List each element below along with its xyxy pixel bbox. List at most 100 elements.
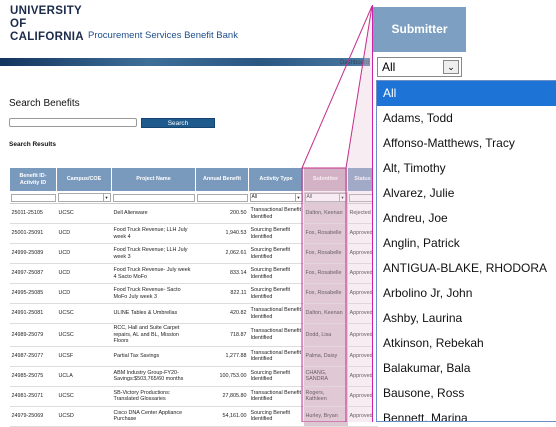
cell-activity-type: Transactional Benefit Identified (248, 323, 304, 347)
chevron-down-icon: ▼ (294, 194, 302, 201)
cell-project-name: ULINE Tables & Umbrellas (111, 303, 196, 324)
cell-benefit-id[interactable]: 24997-25087 (9, 263, 57, 284)
cell-annual-benefit: 822.11 (195, 283, 249, 304)
chevron-down-icon: ▼ (338, 194, 346, 201)
table-header-row: Benefit ID-Activity ID Campus/COE Projec… (9, 167, 378, 192)
dropdown-option[interactable]: Arbolino Jr, John (377, 281, 556, 306)
table-row[interactable]: 24991-25081 UCSC ULINE Tables & Umbrellas 4… (9, 303, 378, 324)
logo-line-1: UNIVERSITY (10, 5, 83, 17)
cell-submitter: Fox, Rosabelle (303, 223, 348, 244)
header-banner (0, 58, 370, 66)
cell-benefit-id[interactable]: 24987-25077 (9, 346, 57, 367)
dashboard-link[interactable]: Dashboard (340, 60, 369, 66)
cell-submitter: Dalton, Keenan (303, 303, 348, 324)
cell-submitter: Dalton, Keenan (303, 203, 348, 224)
col-campus[interactable]: Campus/COE (56, 167, 112, 192)
zoom-submitter-header[interactable]: Submitter (373, 7, 466, 52)
uc-logo: UNIVERSITY OF CALIFORNIA (10, 5, 84, 44)
dropdown-option[interactable]: Andreu, Joe (377, 206, 556, 231)
cell-project-name: Partial Tax Savings (111, 346, 196, 367)
col-activity-type[interactable]: Activity Type (248, 167, 304, 192)
table-row[interactable]: 24985-25075 UCLA ABM Industry Group-FY20-S… (9, 366, 378, 387)
cell-campus: UCSC (56, 386, 112, 407)
col-benefit-id[interactable]: Benefit ID-Activity ID (9, 167, 57, 192)
filter-annual-benefit[interactable] (196, 193, 248, 202)
cell-benefit-id[interactable]: 25001-25091 (9, 223, 57, 244)
filter-activity-type[interactable]: All ▼ (249, 193, 303, 202)
results-table: Benefit ID-Activity ID Campus/COE Projec… (9, 167, 378, 427)
cell-project-name: ABM Industry Group-FY20-Savings:$503,765… (111, 366, 196, 387)
cell-submitter: Fox, Rosabelle (303, 283, 348, 304)
cell-activity-type: Transactional Benefit Identified (248, 386, 304, 407)
cell-annual-benefit: 1,940.53 (195, 223, 249, 244)
cell-annual-benefit: 718.87 (195, 323, 249, 347)
cell-annual-benefit: 100,753.00 (195, 366, 249, 387)
table-row[interactable]: 24995-25085 UCD Food Truck Revenue- Sacto … (9, 283, 378, 304)
col-annual-benefit[interactable]: Annual Benefit (195, 167, 249, 192)
dropdown-option[interactable]: Bennett, Marina (377, 406, 556, 421)
cell-campus: UCSC (56, 303, 112, 324)
cell-activity-type: Transactional Benefit Identified (248, 303, 304, 324)
cell-submitter: Palma, Daisy (303, 346, 348, 367)
cell-activity-type: Transactional Benefit Identified (248, 203, 304, 224)
cell-benefit-id[interactable]: 25011-25105 (9, 203, 57, 224)
dropdown-option[interactable]: All (377, 81, 556, 106)
filter-campus[interactable]: ▼ (57, 193, 111, 202)
table-row[interactable]: 24997-25087 UCD Food Truck Revenue- July w… (9, 263, 378, 284)
cell-campus: UCLA (56, 366, 112, 387)
table-row[interactable]: 24987-25077 UCSF Partial Tax Savings 1,277.… (9, 346, 378, 367)
cell-benefit-id[interactable]: 24981-25071 (9, 386, 57, 407)
cell-submitter: Dodd, Lisa (303, 323, 348, 347)
dropdown-option[interactable]: Adams, Todd (377, 106, 556, 131)
table-row[interactable]: 25001-25091 UCD Food Truck Revenue; LLH Ju… (9, 223, 378, 244)
col-submitter[interactable]: Submitter (303, 167, 348, 192)
dropdown-option[interactable]: Anglin, Patrick (377, 231, 556, 256)
cell-campus: UCD (56, 223, 112, 244)
dropdown-option[interactable]: Bausone, Ross (377, 381, 556, 406)
table-row[interactable]: 25011-25105 UCSC Dell Alienware 200.50 Trans… (9, 203, 378, 224)
dropdown-option[interactable]: Balakumar, Bala (377, 356, 556, 381)
cell-benefit-id[interactable]: 24979-25069 (9, 406, 57, 427)
cell-annual-benefit: 200.50 (195, 203, 249, 224)
cell-benefit-id[interactable]: 24999-25089 (9, 243, 57, 264)
table-row[interactable]: 24979-25069 UCSD Cisco DNA Center Applianc… (9, 406, 378, 427)
filter-submitter[interactable]: All ▼ (304, 193, 347, 202)
dropdown-option[interactable]: Ashby, Laurina (377, 306, 556, 331)
app-title: Procurement Services Benefit Bank (88, 30, 238, 41)
logo-line-3: CALIFORNIA (10, 31, 84, 43)
cell-benefit-id[interactable]: 24985-25075 (9, 366, 57, 387)
cell-project-name: SB-Victory Productions: Translated Gloss… (111, 386, 196, 407)
submitter-select[interactable]: All ⌄ (377, 57, 462, 77)
dropdown-option[interactable]: Alt, Timothy (377, 156, 556, 181)
filter-project-name[interactable] (112, 193, 195, 202)
col-project-name[interactable]: Project Name (111, 167, 196, 192)
cell-campus: UCD (56, 243, 112, 264)
table-row[interactable]: 24999-25089 UCD Food Truck Revenue; LLH Ju… (9, 243, 378, 264)
search-button[interactable]: Search (141, 118, 215, 128)
cell-campus: UCD (56, 283, 112, 304)
cell-activity-type: Transactional Benefit Identified (248, 346, 304, 367)
cell-campus: UCSC (56, 323, 112, 347)
dropdown-option[interactable]: Atkinson, Rebekah (377, 331, 556, 356)
dropdown-option[interactable]: Alvarez, Julie (377, 181, 556, 206)
table-row[interactable]: 24981-25071 UCSC SB-Victory Productions: T… (9, 386, 378, 407)
cell-activity-type: Sourcing Benefit Identified (248, 283, 304, 304)
cell-project-name: Dell Alienware (111, 203, 196, 224)
submitter-zoom-panel: Submitter All ⌄ All Adams, Todd Affonso-Ma… (372, 5, 556, 422)
filter-benefit-id[interactable] (10, 193, 56, 202)
cell-annual-benefit: 2,062.61 (195, 243, 249, 264)
chevron-down-icon[interactable]: ⌄ (443, 60, 459, 74)
cell-activity-type: Sourcing Benefit Identified (248, 406, 304, 427)
cell-project-name: Food Truck Revenue- Sacto MoFo July week… (111, 283, 196, 304)
filter-row: ▼ All ▼ All ▼ (9, 191, 378, 204)
dropdown-option[interactable]: Affonso-Matthews, Tracy (377, 131, 556, 156)
cell-benefit-id[interactable]: 24995-25085 (9, 283, 57, 304)
cell-annual-benefit: 833.14 (195, 263, 249, 284)
cell-benefit-id[interactable]: 24989-25079 (9, 323, 57, 347)
dropdown-option[interactable]: ANTIGUA-BLAKE, RHODORA (377, 256, 556, 281)
search-input[interactable] (9, 118, 137, 127)
cell-benefit-id[interactable]: 24991-25081 (9, 303, 57, 324)
cell-annual-benefit: 420.82 (195, 303, 249, 324)
table-row[interactable]: 24989-25079 UCSC RCC, Hall and Suite Carpe… (9, 323, 378, 347)
search-title: Search Benefits (9, 98, 80, 109)
